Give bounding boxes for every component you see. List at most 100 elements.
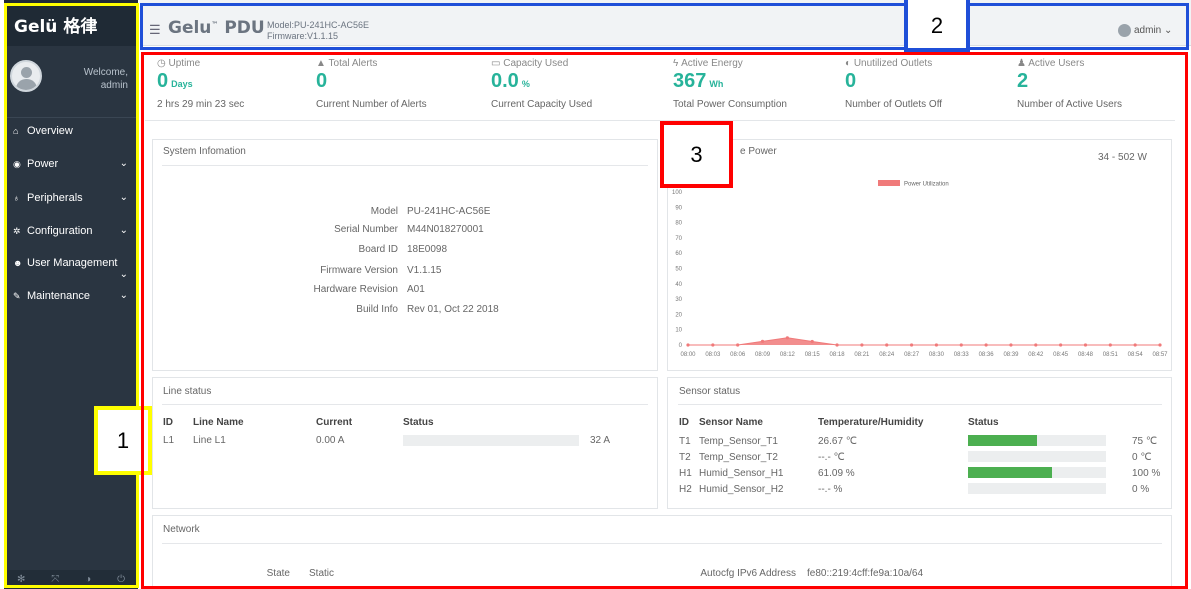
x-tick-label: 08:48 [1078, 352, 1094, 358]
battery-icon: ▭ [491, 58, 501, 69]
x-tick-label: 08:33 [954, 352, 970, 358]
data-point [984, 343, 988, 347]
sensor-status-bar [968, 435, 1106, 446]
data-point [785, 336, 789, 340]
sysinfo-key: Build Info [356, 304, 398, 315]
data-point [959, 343, 963, 347]
sensor-id: T2 [679, 452, 691, 463]
data-point [810, 339, 814, 344]
stat-value-unit: % [521, 79, 530, 89]
sensor-name: Humid_Sensor_H2 [699, 484, 784, 495]
stat-value-number: 0.0 [491, 70, 519, 92]
avatar[interactable] [10, 60, 42, 92]
stat-label-text: Unutilized Outlets [853, 58, 933, 69]
plug-icon: ♁ [13, 193, 20, 203]
line-name: Line L1 [193, 435, 226, 446]
dashboard-icon: ⌂ [13, 126, 19, 136]
stat-energy-value: 367 Wh [673, 70, 723, 93]
chevron-down-icon: ⌄ [1164, 25, 1173, 37]
user-menu[interactable]: admin ⌄ [1118, 24, 1172, 37]
sysinfo-value: A01 [407, 284, 425, 295]
sensor-status-bar [968, 483, 1106, 494]
panel-divider [162, 165, 648, 166]
x-tick-label: 08:45 [1053, 352, 1069, 358]
network-title: Network [163, 524, 200, 535]
user-menu-label: admin [1134, 25, 1162, 37]
y-tick-label: 80 [675, 221, 682, 227]
sysinfo-value: V1.1.15 [407, 265, 442, 276]
data-point [1108, 343, 1112, 347]
sidebar-item-configuration[interactable]: ✲ Configuration ⌄ [4, 218, 138, 244]
menu-toggle-icon[interactable]: ☰ [149, 22, 161, 38]
power-off-icon[interactable]: ⏻ [117, 574, 125, 585]
column-header: Current [316, 417, 353, 428]
line-status-title: Line status [163, 386, 212, 397]
sidebar-item-label: User Management [27, 257, 118, 269]
stat-alerts-sub: Current Number of Alerts [316, 99, 427, 110]
gear-icon[interactable]: ✻ [17, 574, 25, 585]
system-info-title: System Infomation [163, 146, 246, 157]
line-current: 0.00 A [316, 435, 345, 446]
sensor-name: Temp_Sensor_T1 [699, 436, 778, 447]
stat-capacity-label: ▭ Capacity Used [491, 58, 568, 69]
sidebar-item-power[interactable]: ◉ Power ⌄ [4, 151, 138, 177]
stat-uptime-label: ◷ Uptime [157, 58, 201, 69]
sensor-name: Humid_Sensor_H1 [699, 468, 784, 479]
sysinfo-key: Model [370, 206, 398, 217]
sensor-max: 0 % [1132, 484, 1150, 495]
sidebar-item-overview[interactable]: ⌂ Overview [4, 118, 138, 144]
sidebar-item-label: Power [27, 158, 59, 170]
sidebar-item-label: Maintenance [27, 290, 90, 302]
sidebar-item-peripherals[interactable]: ♁ Peripherals ⌄ [4, 185, 138, 211]
sensor-status-bar [968, 467, 1106, 478]
y-tick-label: 0 [679, 343, 683, 349]
x-tick-label: 08:36 [979, 352, 995, 358]
sensor-max: 75 ℃ [1132, 436, 1158, 447]
eye-slash-icon[interactable]: ◑ [85, 574, 91, 585]
power-range: 34 - 502 W [1098, 152, 1147, 163]
stat-uptime-sub: 2 hrs 29 min 23 sec [157, 99, 245, 110]
sidebar-item-label: Configuration [27, 225, 93, 237]
sidebar-item-maintenance[interactable]: ✎ Maintenance ⌄ [4, 283, 138, 309]
sensor-status-title: Sensor status [679, 386, 741, 397]
page: Gelü 格律 Welcome, admin ⌂ Overview ◉ Power ⌄… [0, 0, 1191, 589]
stat-energy-label: ϟ Active Energy [673, 58, 743, 69]
x-tick-label: 08:42 [1028, 352, 1044, 358]
fullscreen-icon[interactable]: ⤧ [51, 574, 59, 585]
y-tick-label: 20 [675, 312, 682, 318]
sensor-max: 100 % [1132, 468, 1161, 479]
data-point [1009, 343, 1013, 347]
stat-label-text: Uptime [168, 58, 201, 69]
logo[interactable]: Gelü 格律 [4, 0, 138, 46]
stat-label-text: Active Energy [681, 58, 743, 69]
data-point [934, 343, 939, 347]
chevron-down-icon: ⌄ [119, 192, 128, 203]
sensor-id: T1 [679, 436, 691, 447]
stat-label-text: Active Users [1028, 58, 1085, 69]
sysinfo-key: Serial Number [334, 224, 398, 235]
x-tick-label: 08:27 [904, 352, 920, 358]
data-point [885, 343, 889, 347]
sensor-reading: --.- % [818, 484, 843, 495]
sensor-max: 0 ℃ [1132, 452, 1152, 463]
sensor-id: H2 [679, 484, 692, 495]
line-status-bar [403, 435, 579, 446]
stat-alerts-value: 0 [316, 70, 328, 92]
data-point [686, 343, 690, 347]
x-tick-label: 08:57 [1152, 352, 1168, 358]
network-ipv6-label: Autocfg IPv6 Address [700, 568, 796, 579]
welcome-text: Welcome, admin [48, 66, 128, 92]
y-tick-label: 40 [675, 282, 682, 288]
warning-icon: ▲ [316, 58, 326, 69]
users-icon: ☻ [13, 258, 23, 268]
sidebar-item-user-management[interactable]: ☻ User Management ⌄ [4, 250, 138, 280]
chevron-down-icon: ⌄ [119, 225, 128, 236]
data-point [909, 343, 914, 347]
y-tick-label: 50 [675, 267, 682, 273]
header-model: Model:PU-241HC-AC56E [267, 20, 370, 30]
data-point [1059, 343, 1063, 347]
column-header: Temperature/Humidity [818, 417, 924, 428]
data-point [1133, 343, 1137, 347]
user-icon: ♟ [1017, 58, 1026, 69]
brand-tm: ™ [211, 20, 219, 29]
